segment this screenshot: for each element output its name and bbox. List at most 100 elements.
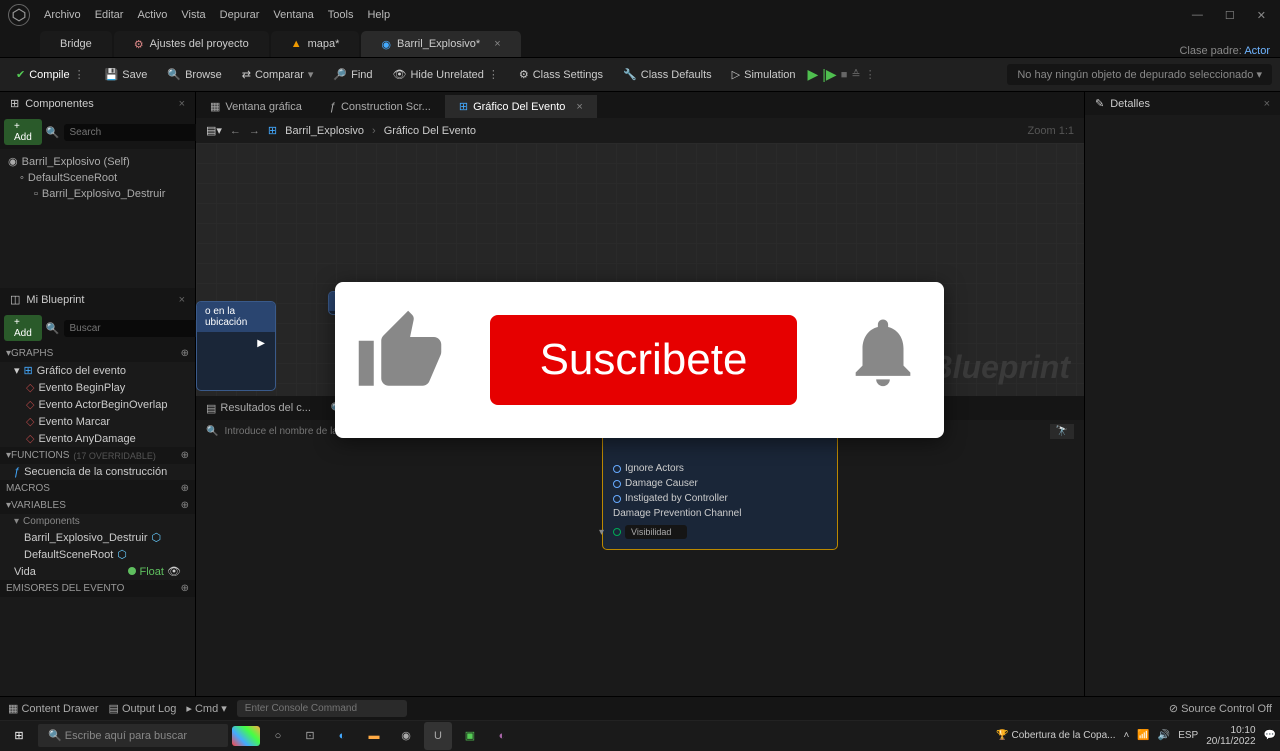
class-defaults-button[interactable]: 🔧Class Defaults	[615, 64, 720, 85]
tab-construction[interactable]: ƒConstruction Scr...	[316, 96, 445, 118]
maximize-icon[interactable]: ☐	[1219, 7, 1241, 24]
components-search-input[interactable]	[64, 124, 208, 141]
notifications-icon[interactable]: 💬	[1264, 730, 1276, 741]
node-pin[interactable]: Damage Causer	[613, 476, 827, 491]
graph-root[interactable]: ▾ ⊞Gráfico del evento	[0, 362, 195, 379]
menu-archivo[interactable]: Archivo	[44, 9, 81, 21]
subscribe-button[interactable]: Suscribete	[490, 315, 798, 405]
binoculars-icon[interactable]: 🔭	[1050, 424, 1074, 439]
tab-mapa[interactable]: ▲mapa*	[271, 31, 360, 57]
add-icon[interactable]: ⊕	[181, 450, 189, 461]
task-view-icon[interactable]: ⊡	[296, 722, 324, 750]
menu-activo[interactable]: Activo	[137, 9, 167, 21]
menu-help[interactable]: Help	[367, 9, 390, 21]
breadcrumb-root[interactable]: Barril_Explosivo	[285, 125, 364, 137]
source-control-button[interactable]: ⊘ Source Control Off	[1169, 702, 1272, 715]
add-button[interactable]: + Add	[4, 315, 42, 341]
tab-compiler-results[interactable]: ▤Resultados del c...	[196, 398, 321, 419]
class-settings-button[interactable]: ⚙Class Settings	[511, 64, 611, 85]
compile-button[interactable]: ✔Compile⋮	[8, 64, 93, 85]
function-item[interactable]: ƒSecuencia de la construcción	[0, 464, 195, 480]
task-icon[interactable]	[232, 726, 260, 746]
language-icon[interactable]: ESP	[1178, 730, 1198, 741]
taskbar-clock[interactable]: 10:1020/11/2022	[1206, 725, 1255, 747]
tab-event-graph[interactable]: ⊞Gráfico Del Evento×	[445, 95, 597, 118]
save-button[interactable]: 💾Save	[97, 64, 156, 85]
close-icon[interactable]: ×	[179, 98, 185, 110]
volume-icon[interactable]: 🔊	[1158, 730, 1170, 741]
functions-header[interactable]: ▾ FUNCTIONS (17 OVERRIDABLE)⊕	[0, 447, 195, 464]
bell-icon[interactable]	[842, 307, 924, 413]
cortana-icon[interactable]: ○	[264, 722, 292, 750]
eject-icon[interactable]: ≙	[851, 68, 860, 81]
menu-tools[interactable]: Tools	[328, 9, 354, 21]
graphs-header[interactable]: ▾ GRAPHS⊕	[0, 345, 195, 362]
add-icon[interactable]: ⊕	[181, 500, 189, 511]
variable-item[interactable]: Barril_Explosivo_Destruir ⬡	[0, 529, 195, 546]
app-icon[interactable]: ▣	[456, 722, 484, 750]
start-button[interactable]: ⊞	[4, 721, 34, 751]
tab-close-icon[interactable]: ×	[494, 38, 500, 50]
components-panel-tab[interactable]: ⊞ Componentes ×	[0, 92, 195, 115]
node-pin-dropdown[interactable]: Visibilidad▾	[613, 521, 827, 543]
add-icon[interactable]: ⊕	[181, 583, 189, 594]
nav-fwd-icon[interactable]: →	[249, 125, 260, 137]
variable-item[interactable]: DefaultSceneRoot ⬡	[0, 546, 195, 563]
wifi-icon[interactable]: 📶	[1137, 730, 1149, 741]
edge-icon[interactable]: ◐	[328, 722, 356, 750]
chrome-icon[interactable]: ◉	[392, 722, 420, 750]
parent-class-link[interactable]: Actor	[1244, 45, 1270, 57]
add-icon[interactable]: ⊕	[181, 483, 189, 494]
taskbar-search[interactable]: 🔍 Escribe aquí para buscar	[38, 724, 228, 747]
hide-unrelated-button[interactable]: 👁Hide Unrelated⋮	[385, 64, 507, 85]
tree-item[interactable]: ◉Barril_Explosivo (Self)	[0, 153, 195, 170]
find-button[interactable]: 🔎Find	[325, 64, 380, 85]
unreal-icon[interactable]: U	[424, 722, 452, 750]
graph-event[interactable]: ◇Evento Marcar	[0, 413, 195, 430]
tray-chevron-icon[interactable]: ˄	[1123, 730, 1129, 741]
tree-item[interactable]: ◦DefaultSceneRoot	[0, 170, 195, 186]
variables-header[interactable]: ▾ VARIABLES⊕	[0, 497, 195, 514]
debug-object-selector[interactable]: No hay ningún objeto de depurado selecci…	[1007, 64, 1272, 85]
close-icon[interactable]: ×	[576, 101, 582, 113]
graph-event[interactable]: ◇Evento ActorBeginOverlap	[0, 396, 195, 413]
nav-back-icon[interactable]: ←	[230, 125, 241, 137]
tab-barril-explosivo[interactable]: ◉Barril_Explosivo*×	[361, 31, 520, 57]
news-widget[interactable]: 🏆 Cobertura de la Copa...	[996, 730, 1115, 741]
play-icon[interactable]: ▶	[808, 66, 819, 83]
menu-vista[interactable]: Vista	[181, 9, 205, 21]
thumbs-up-icon[interactable]	[355, 307, 445, 413]
details-panel-tab[interactable]: ✎ Detalles ×	[1085, 92, 1280, 115]
add-component-button[interactable]: + Add	[4, 119, 42, 145]
app-icon[interactable]: ◐	[488, 722, 516, 750]
dropdown-icon[interactable]: ▤▾	[206, 124, 222, 137]
graph-node-spawn[interactable]: o en la ubicación ▶	[196, 301, 276, 391]
tab-project-settings[interactable]: ⚙Ajustes del proyecto	[114, 31, 269, 57]
variables-components-header[interactable]: ▾ Components	[0, 514, 195, 529]
stop-icon[interactable]: ■	[841, 69, 848, 81]
step-icon[interactable]: |▶	[822, 66, 836, 83]
menu-ventana[interactable]: Ventana	[273, 9, 313, 21]
node-pin[interactable]: Ignore Actors	[613, 461, 827, 476]
options-icon[interactable]: ⋮	[865, 68, 876, 81]
tab-bridge[interactable]: Bridge	[40, 31, 112, 57]
eye-icon[interactable]: 👁	[167, 566, 181, 578]
blueprint-search-input[interactable]	[64, 320, 208, 337]
graph-event[interactable]: ◇Evento AnyDamage	[0, 430, 195, 447]
console-input[interactable]	[237, 700, 407, 717]
tab-viewport[interactable]: ▦Ventana gráfica	[196, 95, 316, 118]
content-drawer-button[interactable]: ▦ Content Drawer	[8, 702, 99, 715]
menu-editar[interactable]: Editar	[95, 9, 124, 21]
event-dispatchers-header[interactable]: EMISORES DEL EVENTO⊕	[0, 580, 195, 597]
close-icon[interactable]: ×	[179, 294, 185, 306]
browse-button[interactable]: 🔍Browse	[159, 64, 229, 85]
add-icon[interactable]: ⊕	[181, 348, 189, 359]
output-log-button[interactable]: ▤ Output Log	[109, 702, 177, 715]
menu-depurar[interactable]: Depurar	[220, 9, 260, 21]
explorer-icon[interactable]: ▬	[360, 722, 388, 750]
my-blueprint-panel-tab[interactable]: ◫ Mi Blueprint ×	[0, 288, 195, 311]
tree-item[interactable]: ▫Barril_Explosivo_Destruir	[0, 186, 195, 202]
close-icon[interactable]: ✕	[1251, 7, 1272, 24]
macros-header[interactable]: MACROS⊕	[0, 480, 195, 497]
variable-item[interactable]: Vida Float 👁	[0, 563, 195, 580]
